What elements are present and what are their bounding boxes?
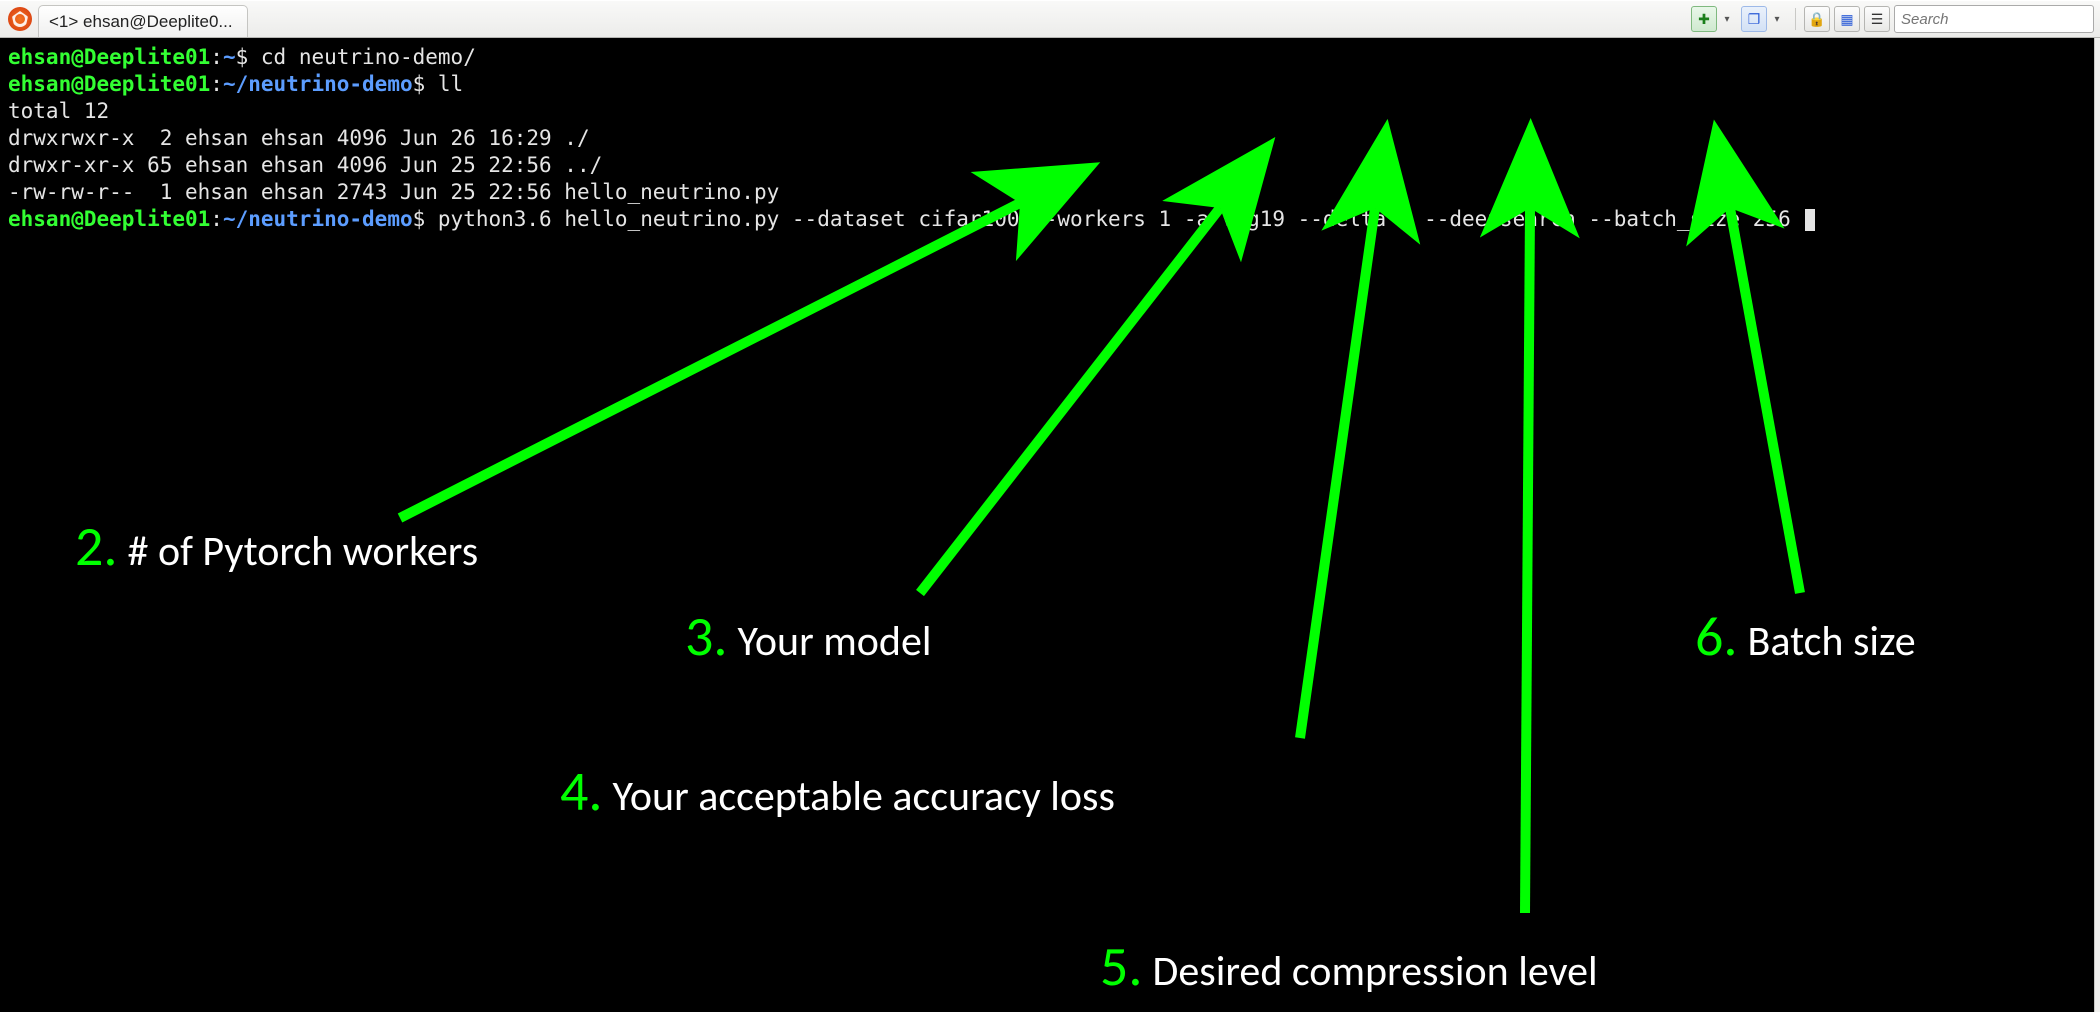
terminal-output[interactable]: ehsan@Deeplite01:~$ cd neutrino-demo/ eh…	[0, 38, 2094, 1012]
ls-row: drwxr-xr-x 65 ehsan ehsan 4096 Jun 25 22…	[8, 153, 602, 177]
ls-total: total 12	[8, 99, 109, 123]
separator	[1795, 8, 1796, 30]
titlebar-left: <1> ehsan@Deeplite0...	[0, 1, 248, 37]
prompt-cwd: ~/neutrino-demo	[223, 207, 413, 231]
terminal-tab[interactable]: <1> ehsan@Deeplite0...	[38, 5, 248, 37]
copy-button[interactable]: ❐	[1741, 6, 1767, 32]
search-input[interactable]	[1901, 11, 2100, 28]
menu-button[interactable]: ☰	[1864, 6, 1890, 32]
new-tab-dropdown[interactable]: ▾	[1721, 6, 1733, 32]
terminal-cursor	[1805, 209, 1815, 231]
cmd-python: python3.6 hello_neutrino.py --dataset ci…	[438, 207, 1791, 231]
new-tab-button[interactable]: ✚	[1691, 6, 1717, 32]
search-box[interactable]: 🔍	[1894, 5, 2094, 33]
copy-dropdown[interactable]: ▾	[1771, 6, 1783, 32]
ls-row: drwxrwxr-x 2 ehsan ehsan 4096 Jun 26 16:…	[8, 126, 590, 150]
layout-button[interactable]: ▦	[1834, 6, 1860, 32]
prompt-cwd: ~/neutrino-demo	[223, 72, 413, 96]
lock-icon[interactable]: 🔒	[1804, 6, 1830, 32]
cmd-cd: cd neutrino-demo/	[261, 45, 476, 69]
window-titlebar: <1> ehsan@Deeplite0... ✚ ▾ ❐ ▾ 🔒 ▦ ☰ 🔍	[0, 0, 2100, 38]
titlebar-right: ✚ ▾ ❐ ▾ 🔒 ▦ ☰ 🔍	[1691, 1, 2100, 37]
prompt-user-host: ehsan@Deeplite01	[8, 207, 210, 231]
tab-title: <1> ehsan@Deeplite0...	[49, 12, 233, 32]
prompt-user-host: ehsan@Deeplite01	[8, 72, 210, 96]
cmd-ll: ll	[438, 72, 463, 96]
prompt-user-host: ehsan@Deeplite01	[8, 45, 210, 69]
ls-row: -rw-rw-r-- 1 ehsan ehsan 2743 Jun 25 22:…	[8, 180, 779, 204]
right-gutter	[2094, 38, 2100, 1012]
prompt-cwd: ~	[223, 45, 236, 69]
ubuntu-icon	[8, 7, 32, 31]
